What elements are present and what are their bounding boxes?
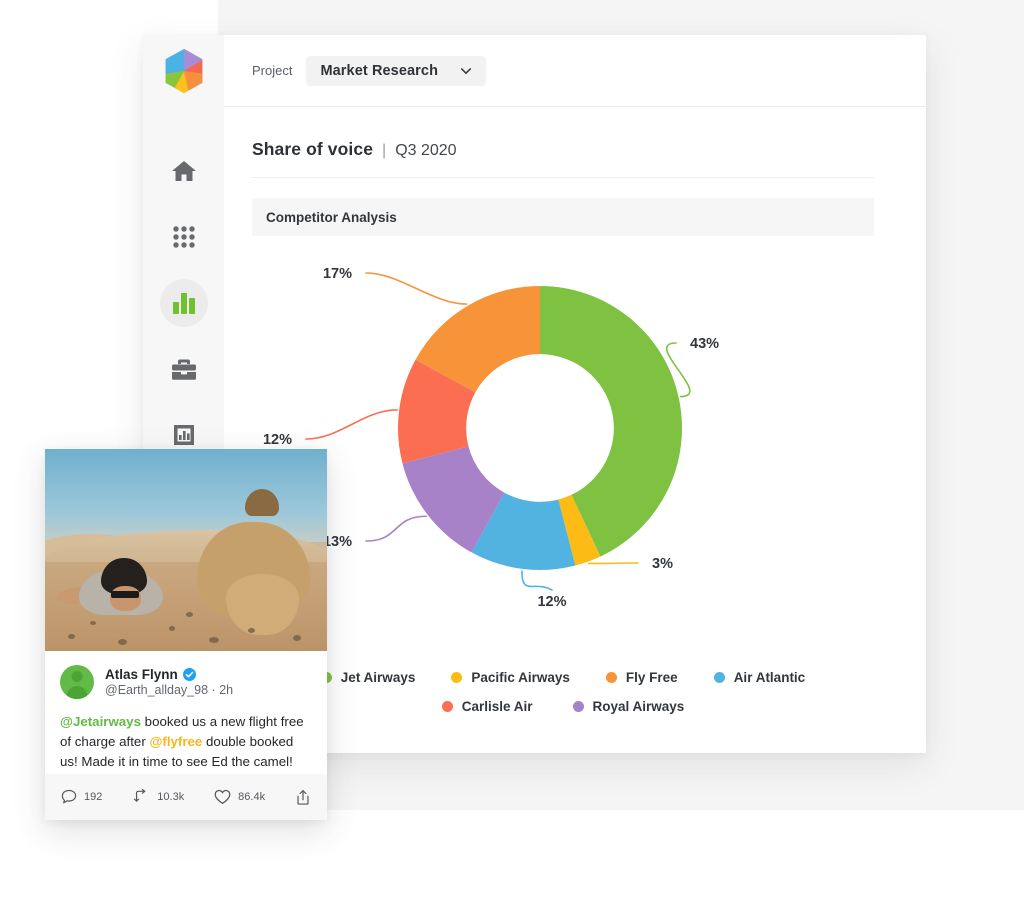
post-body: Atlas Flynn @Earth_allday_98 · 2h @Jetai… xyxy=(45,651,327,774)
legend-color-swatch xyxy=(573,701,584,712)
legend-item[interactable]: Pacific Airways xyxy=(451,670,570,685)
sidebar-item-home[interactable] xyxy=(160,147,208,195)
donut-leader-line xyxy=(366,273,467,304)
project-select[interactable]: Market Research xyxy=(306,56,486,86)
avatar[interactable] xyxy=(60,665,94,699)
photo-stone xyxy=(186,612,193,617)
share-icon xyxy=(295,789,311,806)
page-title: Share of voice xyxy=(252,139,373,160)
donut-leader-line xyxy=(366,516,426,541)
legend-label: Air Atlantic xyxy=(734,670,806,685)
legend-item[interactable]: Fly Free xyxy=(606,670,678,685)
post-mention[interactable]: @Jetairways xyxy=(60,714,141,729)
donut-chart: 43% 3% 12% 13% 12% 17% xyxy=(252,248,874,668)
social-post-card: Atlas Flynn @Earth_allday_98 · 2h @Jetai… xyxy=(45,449,327,820)
handle-time-separator: · xyxy=(212,683,216,697)
avatar-head xyxy=(72,671,83,682)
donut-value-label: 17% xyxy=(323,266,352,282)
photo-stone xyxy=(68,634,75,639)
hexagon-logo-icon xyxy=(163,48,205,94)
panel-title: Competitor Analysis xyxy=(266,210,397,225)
retweet-count: 10.3k xyxy=(157,791,184,803)
legend-color-swatch xyxy=(442,701,453,712)
like-count: 86.4k xyxy=(238,791,265,803)
page-subtitle: Q3 2020 xyxy=(395,142,456,160)
screen: Project Market Research Share of voice |… xyxy=(0,0,1024,916)
author-name: Atlas Flynn xyxy=(105,667,178,682)
donut-value-label: 12% xyxy=(537,594,566,610)
author-handle-row: @Earth_allday_98 · 2h xyxy=(105,683,233,697)
photo-stone xyxy=(248,628,255,633)
chevron-down-icon xyxy=(460,65,472,77)
photo-stone xyxy=(293,635,301,641)
share-action[interactable] xyxy=(295,789,311,806)
legend-label: Carlisle Air xyxy=(462,699,533,714)
donut-value-label: 13% xyxy=(323,534,352,550)
donut-leader-line xyxy=(306,410,397,439)
retweet-action[interactable]: 10.3k xyxy=(132,789,184,805)
legend-label: Jet Airways xyxy=(341,670,416,685)
app-logo[interactable] xyxy=(143,35,224,107)
author-lines: Atlas Flynn @Earth_allday_98 · 2h xyxy=(105,667,233,697)
panel-header: Competitor Analysis xyxy=(252,198,874,236)
donut-value-label: 43% xyxy=(690,336,719,352)
author-name-row: Atlas Flynn xyxy=(105,667,233,682)
legend-item[interactable]: Royal Airways xyxy=(573,699,685,714)
post-actions: 192 10.3k 86.4k xyxy=(45,774,327,820)
legend-label: Fly Free xyxy=(626,670,678,685)
like-action[interactable]: 86.4k xyxy=(214,789,265,805)
donut-leader-line xyxy=(522,571,552,590)
verified-badge-icon xyxy=(183,668,196,681)
legend-row: Jet Airways Pacific Airways Fly Free Air At… xyxy=(252,670,874,685)
grid-dots-icon xyxy=(172,225,196,249)
legend-item[interactable]: Air Atlantic xyxy=(714,670,806,685)
post-mention[interactable]: @flyfree xyxy=(149,734,202,749)
project-select-value: Market Research xyxy=(320,63,438,79)
photo-camel-hump xyxy=(245,489,279,515)
topbar: Project Market Research xyxy=(224,35,926,107)
author-handle: @Earth_allday_98 xyxy=(105,683,208,697)
reply-action[interactable]: 192 xyxy=(61,789,102,805)
post-time: 2h xyxy=(219,683,233,697)
legend-item[interactable]: Jet Airways xyxy=(321,670,416,685)
donut-chart-svg: 43% 3% 12% 13% 12% 17% xyxy=(252,248,912,648)
post-author: Atlas Flynn @Earth_allday_98 · 2h xyxy=(60,665,312,699)
photo-camel-head xyxy=(226,574,299,635)
legend-label: Pacific Airways xyxy=(471,670,570,685)
photo-stone xyxy=(169,626,175,631)
legend-row: Carlisle Air Royal Airways xyxy=(252,699,874,714)
heart-icon xyxy=(214,789,231,805)
legend-color-swatch xyxy=(451,672,462,683)
content: Share of voice | Q3 2020 Competitor Anal… xyxy=(224,107,926,753)
photo-stone xyxy=(90,621,96,625)
home-icon xyxy=(171,159,197,183)
legend-color-swatch xyxy=(606,672,617,683)
page-header: Share of voice | Q3 2020 xyxy=(252,139,874,178)
bar-chart-icon xyxy=(172,292,196,314)
main-area: Project Market Research Share of voice |… xyxy=(224,35,926,753)
legend-label: Royal Airways xyxy=(593,699,685,714)
photo-sky xyxy=(45,449,327,542)
reply-count: 192 xyxy=(84,791,102,803)
photo-stone xyxy=(209,637,219,643)
donut-value-label: 12% xyxy=(263,432,292,448)
sidebar-item-apps[interactable] xyxy=(160,213,208,261)
chart-legend: Jet Airways Pacific Airways Fly Free Air At… xyxy=(252,670,874,714)
post-photo xyxy=(45,449,327,651)
photo-person-sunglasses xyxy=(111,591,139,598)
briefcase-icon xyxy=(171,358,197,381)
reply-icon xyxy=(61,789,77,805)
retweet-icon xyxy=(132,789,150,805)
chart-box-icon xyxy=(172,423,196,447)
post-text: @Jetairways booked us a new flight free … xyxy=(60,712,312,772)
legend-color-swatch xyxy=(714,672,725,683)
photo-person-face xyxy=(110,586,141,610)
title-separator: | xyxy=(382,142,386,160)
donut-value-label: 3% xyxy=(652,556,673,572)
sidebar-item-analytics[interactable] xyxy=(160,279,208,327)
project-label: Project xyxy=(252,63,292,78)
avatar-body xyxy=(67,686,88,699)
legend-item[interactable]: Carlisle Air xyxy=(442,699,533,714)
sidebar-item-briefcase[interactable] xyxy=(160,345,208,393)
